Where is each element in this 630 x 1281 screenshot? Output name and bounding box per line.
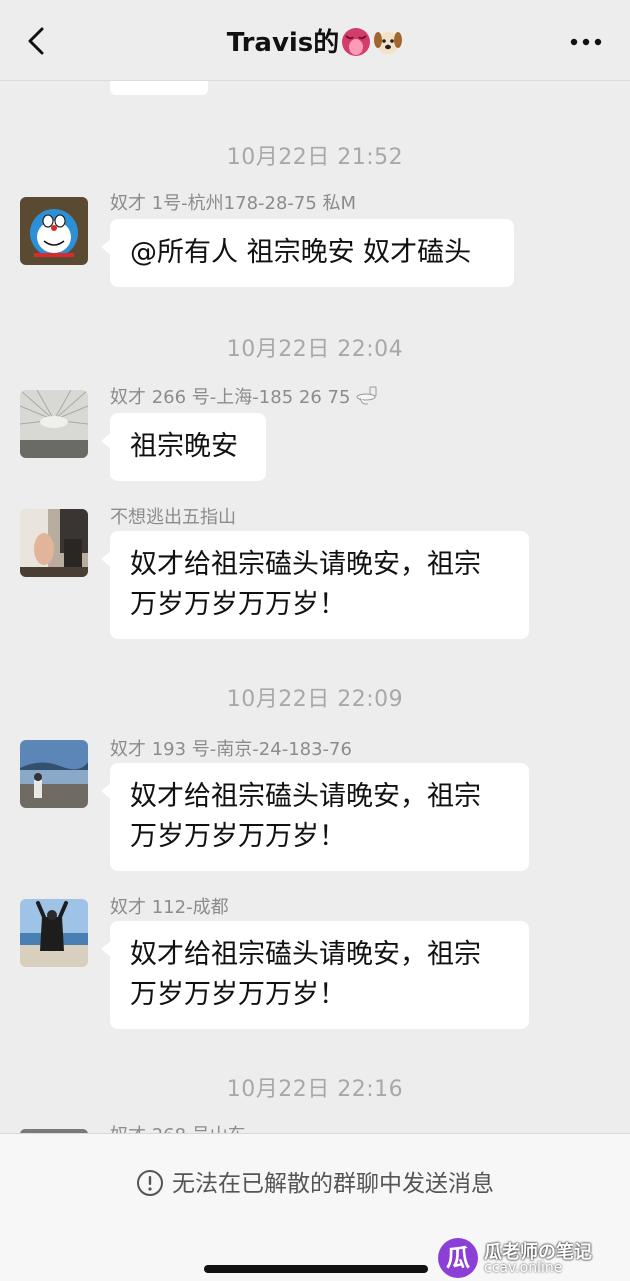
timestamp: 10月22日 21:52 — [226, 145, 404, 170]
doraemon-avatar[interactable] — [20, 197, 88, 265]
sender-name: 奴才 268 号山东 — [110, 1121, 246, 1133]
chat-title: Travis的 — [0, 26, 630, 60]
message-bubble[interactable]: 奴才给祖宗磕头请晚安，祖宗 万岁万岁万万岁！ — [101, 921, 529, 1029]
watermark: 瓜 瓜老师の笔记 ccav.online — [438, 1238, 628, 1278]
timestamp: 10月22日 22:04 — [226, 337, 404, 362]
message-bubble[interactable]: 奴才给祖宗磕头请晚安，祖宗 万岁万岁万万岁！ — [101, 763, 529, 871]
sender-name: 奴才 1号-杭州178-28-75 私M — [110, 193, 357, 214]
sender-name-text: 奴才 266 号-上海-185 26 75 — [110, 387, 351, 408]
watermark-url: ccav.online — [484, 1260, 563, 1276]
info-circle-icon — [137, 1170, 163, 1196]
sender-name: 奴才 266 号-上海-185 26 75 — [110, 383, 378, 409]
message-text-line: 奴才给祖宗磕头请晚安，祖宗 — [130, 549, 481, 580]
previous-message-bubble[interactable] — [110, 81, 208, 95]
message-text-line: @所有人 祖宗晚安 奴才磕头 — [130, 237, 472, 268]
message-bubble[interactable]: @所有人 祖宗晚安 奴才磕头 — [101, 219, 514, 287]
tongue-face-emoji — [342, 28, 371, 56]
room-photo-avatar[interactable] — [20, 509, 88, 577]
message-text-line: 奴才给祖宗磕头请晚安，祖宗 — [130, 781, 481, 812]
dog-face-emoji — [374, 32, 403, 54]
home-indicator[interactable] — [204, 1265, 428, 1273]
message-text-line: 万岁万岁万万岁！ — [130, 979, 346, 1010]
message-bubble[interactable]: 奴才给祖宗磕头请晚安，祖宗 万岁万岁万万岁！ — [101, 531, 529, 639]
message-text-line: 奴才给祖宗磕头请晚安，祖宗 — [130, 939, 481, 970]
seaside-photo-avatar[interactable] — [20, 740, 88, 808]
message-bubble[interactable]: 祖宗晚安 — [101, 413, 266, 481]
message-text-line: 万岁万岁万万岁！ — [130, 821, 346, 852]
timestamp: 10月22日 22:16 — [226, 1077, 404, 1102]
sender-name: 不想逃出五指山 — [110, 507, 236, 528]
chat-header: Travis的 — [0, 0, 630, 81]
more-dots-icon[interactable] — [568, 36, 604, 48]
toilet-icon — [356, 386, 377, 405]
chat-title-text: Travis的 — [226, 28, 340, 58]
notice: 无法在已解散的群聊中发送消息 — [0, 1164, 630, 1198]
ceiling-photo-avatar[interactable] — [20, 390, 88, 458]
timestamp: 10月22日 22:09 — [226, 687, 404, 712]
beach-person-avatar[interactable] — [20, 899, 88, 967]
notice-text: 无法在已解散的群聊中发送消息 — [172, 1171, 494, 1197]
message-text-line: 祖宗晚安 — [130, 431, 238, 462]
message-list[interactable]: 10月22日 21:52 奴才 1号-杭州178-28-75 私M @所有人 祖… — [0, 81, 630, 1133]
watermark-logo: 瓜 — [438, 1238, 478, 1278]
sender-name: 奴才 112-成都 — [110, 897, 229, 918]
sender-name: 奴才 193 号-南京-24-183-76 — [110, 739, 352, 760]
message-text-line: 万岁万岁万万岁！ — [130, 589, 346, 620]
